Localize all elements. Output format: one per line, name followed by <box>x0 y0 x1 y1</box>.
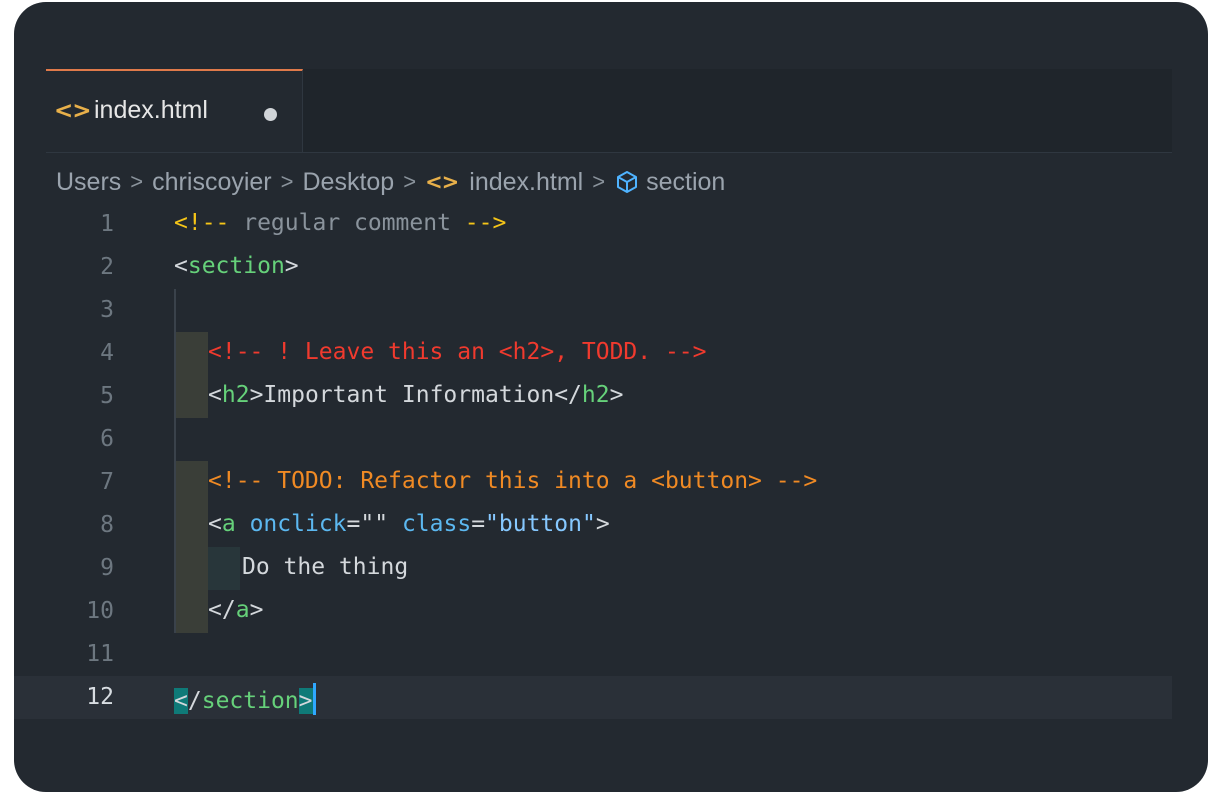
code-line[interactable]: 11 <box>14 633 1172 676</box>
code-line[interactable]: 7 <!-- TODO: Refactor this into a <butto… <box>14 461 1172 504</box>
line-number: 9 <box>100 555 114 581</box>
code-line[interactable]: 8 <a onclick="" class="button"> <box>14 504 1172 547</box>
line-number: 1 <box>100 211 114 237</box>
code-line[interactable]: 10 </a> <box>14 590 1172 633</box>
line-number: 6 <box>100 426 114 452</box>
line-code: <section> <box>174 253 299 279</box>
breadcrumb-item-user[interactable]: chriscoyier <box>152 168 271 197</box>
code-line[interactable]: 4 <!-- ! Leave this an <h2>, TODD. --> <box>14 332 1172 375</box>
code-line-current[interactable]: 12 </section> <box>14 676 1172 719</box>
line-code: <!-- TODO: Refactor this into a <button>… <box>208 468 818 494</box>
breadcrumb: Users > chriscoyier > Desktop > <> index… <box>56 164 725 200</box>
chevron-right-icon: > <box>130 169 144 194</box>
code-line[interactable]: 3 <box>14 289 1172 332</box>
code-line[interactable]: 5 <h2>Important Information</h2> <box>14 375 1172 418</box>
line-number: 10 <box>86 598 114 624</box>
breadcrumb-item-section[interactable]: section <box>646 168 725 197</box>
line-code: Do the thing <box>242 554 409 580</box>
line-number: 12 <box>86 684 114 710</box>
line-code: </a> <box>208 597 264 623</box>
line-number: 3 <box>100 297 114 323</box>
tab-bar: <> index.html <box>46 69 1172 153</box>
code-editor[interactable]: 1 <!-- regular comment --> 2 <section> 3… <box>14 203 1208 792</box>
code-line[interactable]: 6 <box>14 418 1172 461</box>
line-code: <h2>Important Information</h2> <box>208 382 624 408</box>
breadcrumb-item-desktop[interactable]: Desktop <box>303 168 395 197</box>
unsaved-dot-icon[interactable] <box>264 108 277 121</box>
line-code: </section> <box>174 683 316 715</box>
line-code: <a onclick="" class="button"> <box>208 511 610 537</box>
breadcrumb-item-file[interactable]: index.html <box>469 168 583 197</box>
tab-label: index.html <box>94 96 208 124</box>
html-brackets-icon: <> <box>54 98 92 124</box>
text-cursor <box>312 683 316 715</box>
breadcrumb-item-users[interactable]: Users <box>56 168 121 197</box>
symbol-cube-icon <box>614 169 640 195</box>
line-number: 2 <box>100 254 114 280</box>
line-number: 8 <box>100 512 114 538</box>
line-code: <!-- ! Leave this an <h2>, TODD. --> <box>208 339 707 365</box>
line-number: 11 <box>86 641 114 667</box>
chevron-right-icon: > <box>280 169 294 194</box>
editor-window: <> index.html Users > chriscoyier > Desk… <box>14 2 1208 792</box>
code-line[interactable]: 2 <section> <box>14 246 1172 289</box>
line-number: 7 <box>100 469 114 495</box>
code-line[interactable]: 9 Do the thing <box>14 547 1172 590</box>
chevron-right-icon: > <box>403 169 417 194</box>
line-number: 5 <box>100 383 114 409</box>
chevron-right-icon: > <box>592 169 606 194</box>
line-number: 4 <box>100 340 114 366</box>
code-line[interactable]: 1 <!-- regular comment --> <box>14 203 1172 246</box>
bracket-match: > <box>298 688 313 714</box>
bracket-match: < <box>174 688 188 714</box>
line-code: <!-- regular comment --> <box>174 210 507 236</box>
html-brackets-icon: <> <box>425 170 459 194</box>
tab-index-html[interactable]: <> index.html <box>46 69 303 152</box>
